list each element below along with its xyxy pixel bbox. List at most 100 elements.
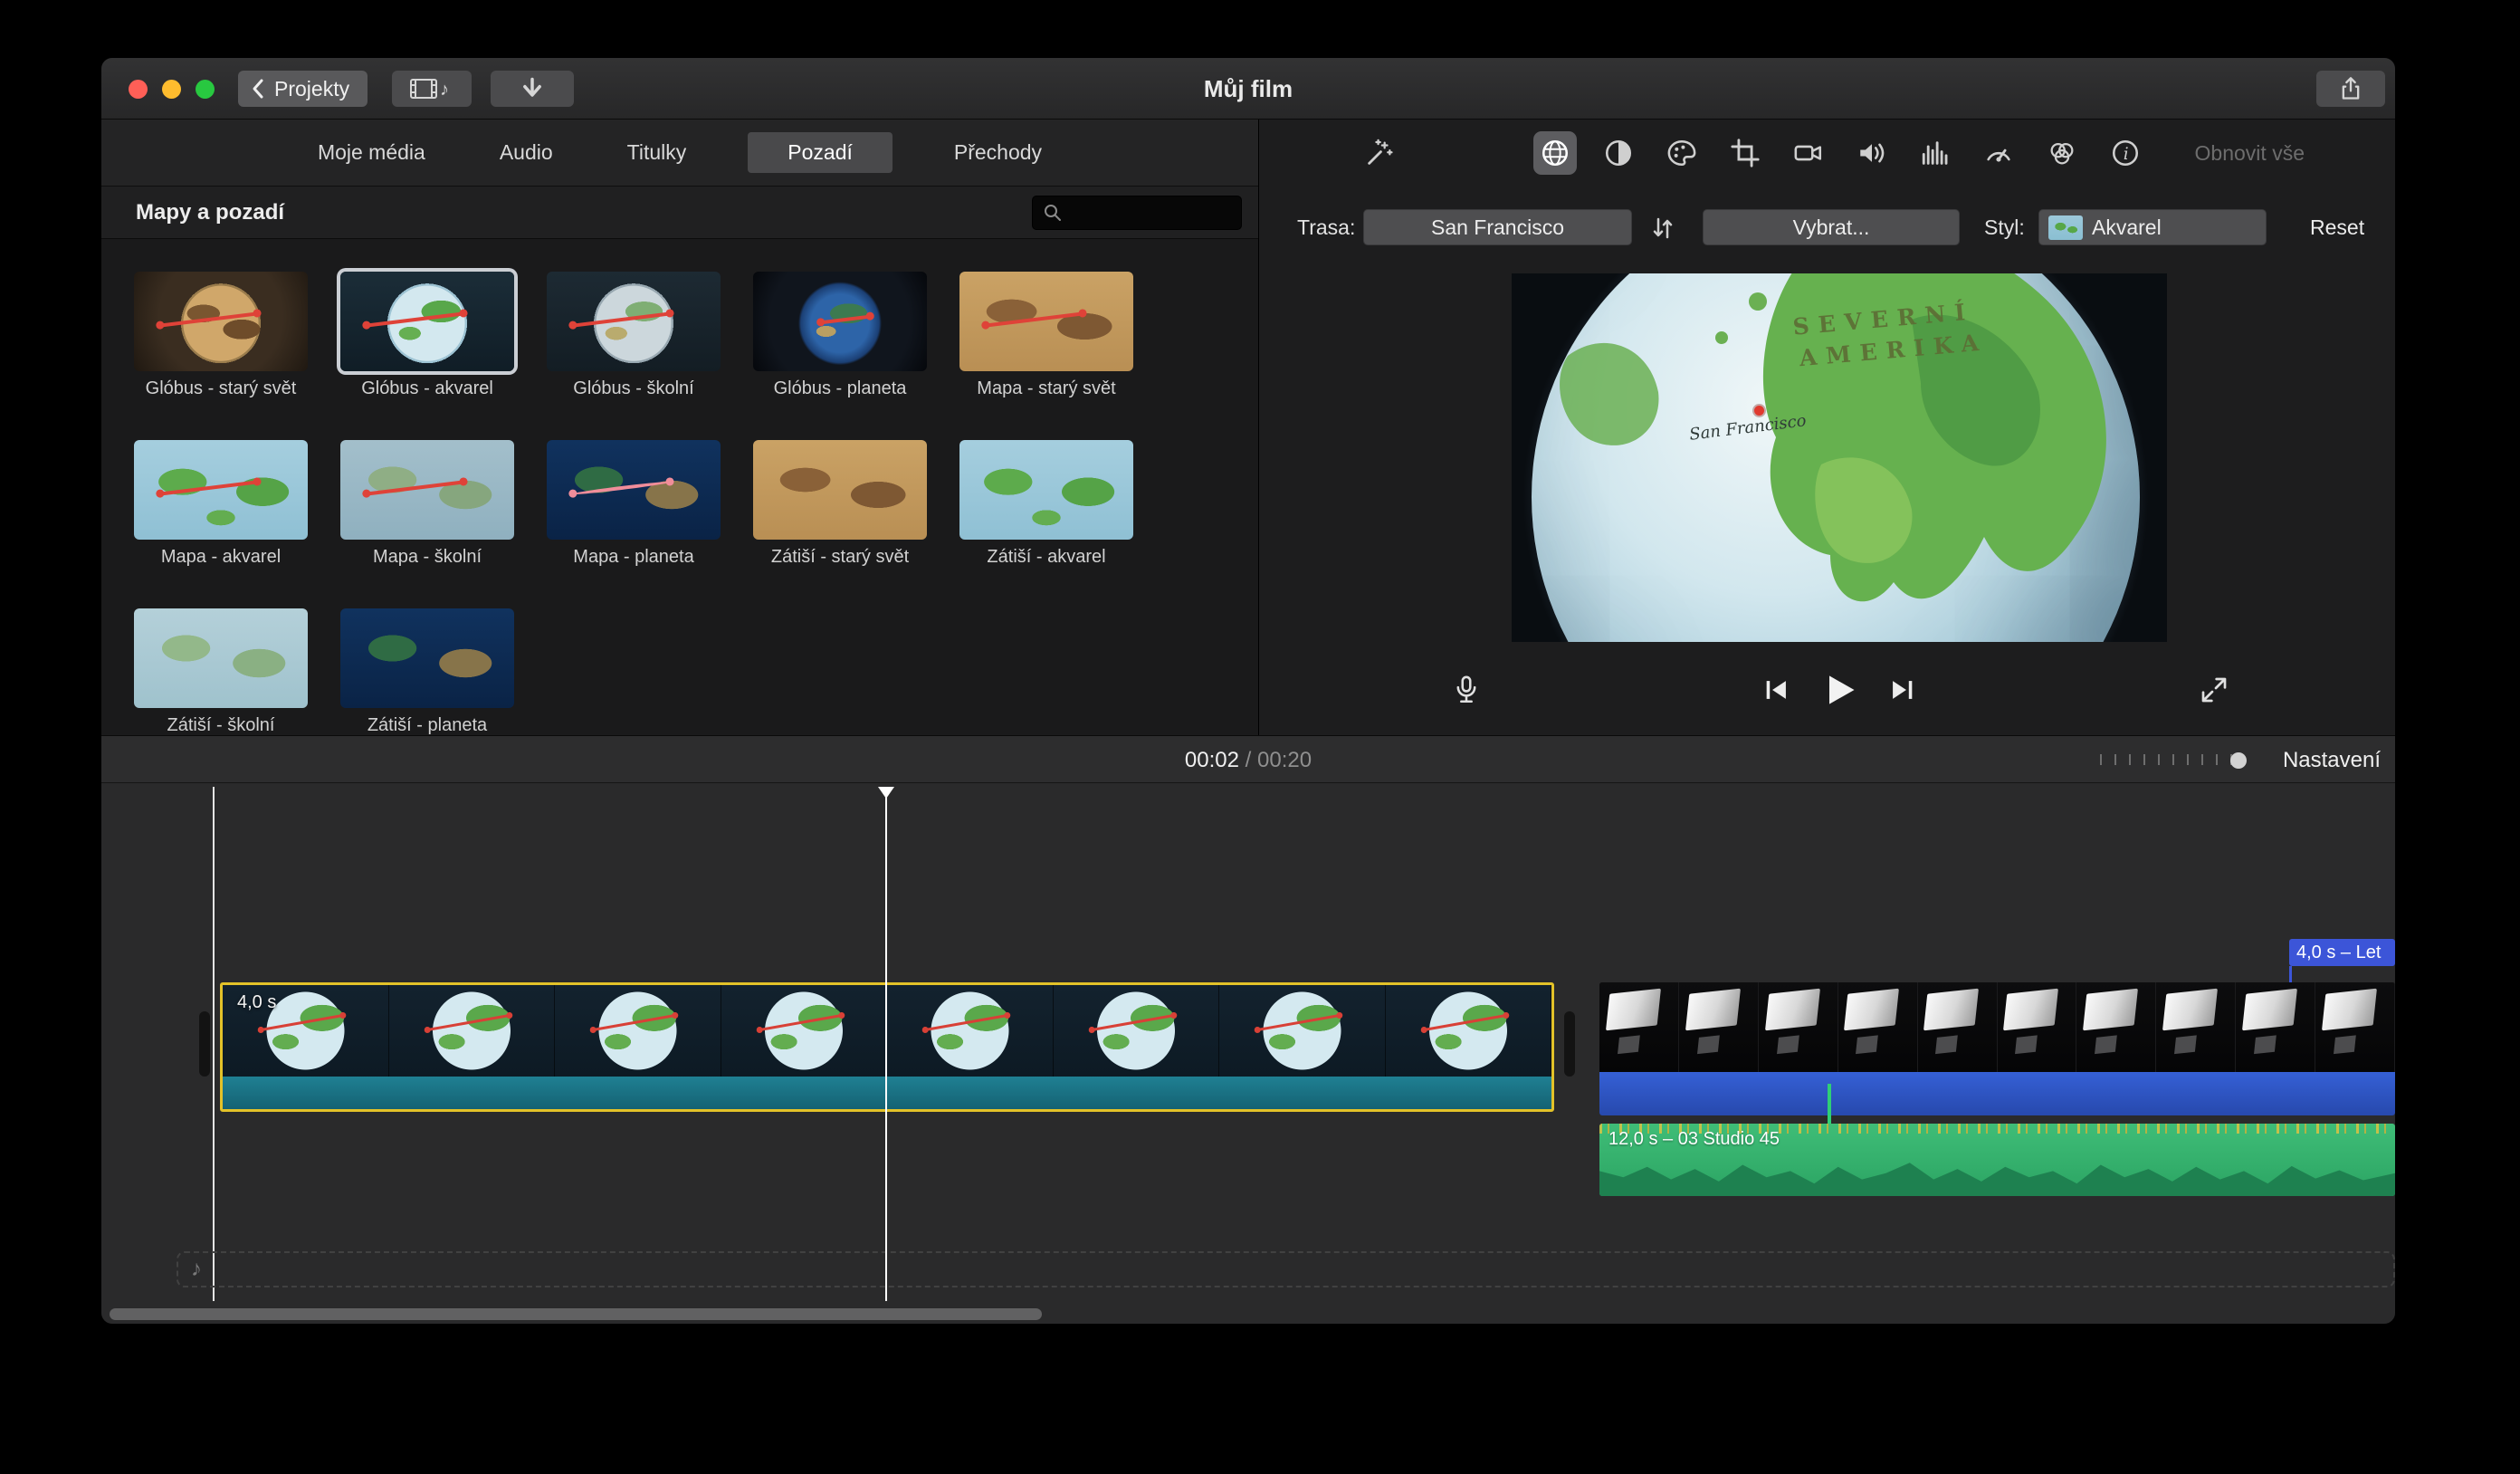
color-correction-button[interactable] bbox=[1660, 131, 1704, 175]
clip-duration-label: 4,0 s bbox=[237, 992, 276, 1013]
route-start-button[interactable]: San Francisco bbox=[1363, 209, 1632, 245]
tab-prechody[interactable]: Přechody bbox=[941, 132, 1055, 173]
timeline-clip-map[interactable]: 4,0 s bbox=[220, 982, 1554, 1112]
timeline-zoom-slider[interactable] bbox=[2100, 752, 2248, 769]
clip-trim-handle-left[interactable] bbox=[199, 1011, 210, 1077]
chevron-left-icon bbox=[249, 78, 267, 100]
filmstrip-frame bbox=[2315, 982, 2395, 1072]
audio-waveform bbox=[1599, 1154, 2395, 1196]
timeline-settings-button[interactable]: Nastavení bbox=[2283, 736, 2381, 784]
info-button[interactable]: i bbox=[2104, 131, 2147, 175]
filter-circles-icon bbox=[2047, 138, 2077, 168]
horizontal-scrollbar[interactable] bbox=[110, 1308, 1042, 1320]
media-thumbnail-globus-akvarel[interactable] bbox=[340, 272, 514, 371]
video-camera-icon bbox=[1793, 138, 1824, 168]
clip-trim-handle-right[interactable] bbox=[1564, 1011, 1575, 1077]
share-button[interactable] bbox=[2316, 71, 2385, 107]
media-thumbnail-zatisi-skolni[interactable] bbox=[134, 608, 308, 708]
skimmer-line bbox=[213, 787, 215, 1301]
voiceover-record-button[interactable] bbox=[1445, 668, 1488, 712]
media-thumbnail-globus-planeta[interactable] bbox=[753, 272, 927, 371]
route-end-button[interactable]: Vybrat... bbox=[1703, 209, 1960, 245]
map-clip-filmstrip bbox=[223, 985, 1551, 1077]
zoom-ticks bbox=[2100, 754, 2236, 765]
title-clip-chip[interactable]: 4,0 s – Let bbox=[2289, 939, 2395, 966]
media-thumbnail-mapa-skolni[interactable] bbox=[340, 440, 514, 540]
zoom-button[interactable] bbox=[196, 80, 215, 99]
timeline-clip-video[interactable] bbox=[1599, 982, 2395, 1115]
search-field[interactable] bbox=[1032, 196, 1242, 230]
speed-button[interactable] bbox=[1977, 131, 2020, 175]
filters-button[interactable] bbox=[2040, 131, 2084, 175]
crop-button[interactable] bbox=[1723, 131, 1767, 175]
tab-pozadi[interactable]: Pozadí bbox=[748, 132, 892, 173]
thumbnail-label: Zátiší - školní bbox=[134, 715, 308, 736]
route-line bbox=[571, 311, 672, 328]
media-thumbnail-zatisi-stary-svet[interactable] bbox=[753, 440, 927, 540]
swap-arrows-icon bbox=[1649, 215, 1676, 242]
time-separator: / bbox=[1239, 748, 1257, 772]
map-settings-row: Trasa: San Francisco Vybrat... Styl: Akv… bbox=[1260, 207, 2395, 247]
zoom-knob[interactable] bbox=[2230, 752, 2247, 769]
filmstrip-frame bbox=[1679, 982, 1759, 1072]
projects-back-button[interactable]: Projekty bbox=[238, 71, 368, 107]
current-time: 00:02 bbox=[1185, 748, 1239, 772]
video-preview[interactable]: SEVERNÍ AMERIKA San Francisco bbox=[1512, 273, 2167, 642]
tab-moje-media[interactable]: Moje média bbox=[305, 132, 438, 173]
enhance-wand-button[interactable] bbox=[1358, 131, 1401, 175]
play-button[interactable] bbox=[1819, 670, 1859, 710]
restore-all-button[interactable]: Obnovit vše bbox=[2195, 120, 2305, 187]
filmstrip-frame bbox=[1838, 982, 1918, 1072]
timecode-display: 00:02 / 00:20 bbox=[101, 736, 2395, 784]
media-thumbnail-mapa-planeta[interactable] bbox=[547, 440, 721, 540]
filmstrip-frame bbox=[1759, 982, 1838, 1072]
skip-forward-button[interactable] bbox=[1886, 675, 1917, 705]
library-title: Mapy a pozadí bbox=[136, 200, 284, 225]
map-style-button[interactable]: Akvarel bbox=[2038, 209, 2267, 245]
volume-button[interactable] bbox=[1850, 131, 1894, 175]
tab-titulky[interactable]: Titulky bbox=[615, 132, 700, 173]
filmstrip-frame bbox=[1599, 982, 1679, 1072]
timeline[interactable]: 4,0 s 4,0 s – Let bbox=[101, 783, 2395, 1324]
speaker-icon bbox=[1857, 138, 1887, 168]
video-clip-bar bbox=[1599, 1072, 2395, 1115]
tab-audio[interactable]: Audio bbox=[487, 132, 566, 173]
stabilization-button[interactable] bbox=[1787, 131, 1830, 175]
city-marker-dot bbox=[1754, 406, 1764, 416]
traffic-lights bbox=[129, 80, 215, 99]
search-icon bbox=[1042, 202, 1064, 224]
media-thumbnail-globus-stary-svet[interactable] bbox=[134, 272, 308, 371]
media-thumbnail-mapa-stary-svet[interactable] bbox=[959, 272, 1133, 371]
thumbnail-label: Mapa - planeta bbox=[547, 547, 721, 568]
microphone-icon bbox=[1451, 675, 1482, 705]
swap-route-button[interactable] bbox=[1641, 211, 1685, 245]
media-thumbnail-mapa-akvarel[interactable] bbox=[134, 440, 308, 540]
route-line bbox=[984, 311, 1084, 328]
reset-button[interactable]: Reset bbox=[2310, 207, 2364, 247]
close-button[interactable] bbox=[129, 80, 148, 99]
filmstrip-frame bbox=[2076, 982, 2156, 1072]
fullscreen-button[interactable] bbox=[2192, 668, 2236, 712]
inspector-tool-group: i bbox=[1533, 131, 2147, 175]
media-thumbnail-globus-skolni[interactable] bbox=[547, 272, 721, 371]
thumbnail-label: Zátiší - starý svět bbox=[753, 547, 927, 568]
background-music-well[interactable]: ♪ bbox=[177, 1251, 2395, 1287]
media-browser-button[interactable]: ♪ bbox=[392, 71, 472, 107]
minimize-button[interactable] bbox=[162, 80, 181, 99]
thumbnail-label: Glóbus - akvarel bbox=[340, 378, 514, 399]
playhead-handle[interactable] bbox=[878, 787, 894, 799]
map-settings-button[interactable] bbox=[1533, 131, 1577, 175]
skip-back-button[interactable] bbox=[1761, 675, 1792, 705]
noise-equalizer-button[interactable] bbox=[1914, 131, 1957, 175]
back-button-label: Projekty bbox=[274, 77, 349, 101]
media-thumbnail-zatisi-akvarel[interactable] bbox=[959, 440, 1133, 540]
color-balance-button[interactable] bbox=[1597, 131, 1640, 175]
audio-clip-label: 12,0 s – 03 Studio 45 bbox=[1608, 1129, 1780, 1150]
map-style-thumbnail bbox=[2048, 215, 2083, 240]
playhead[interactable] bbox=[885, 787, 887, 1301]
import-button[interactable] bbox=[491, 71, 574, 107]
search-input[interactable] bbox=[1071, 202, 1232, 224]
media-thumbnail-zatisi-planeta[interactable] bbox=[340, 608, 514, 708]
palette-icon bbox=[1666, 138, 1697, 168]
timeline-clip-audio[interactable]: 12,0 s – 03 Studio 45 bbox=[1599, 1124, 2395, 1196]
